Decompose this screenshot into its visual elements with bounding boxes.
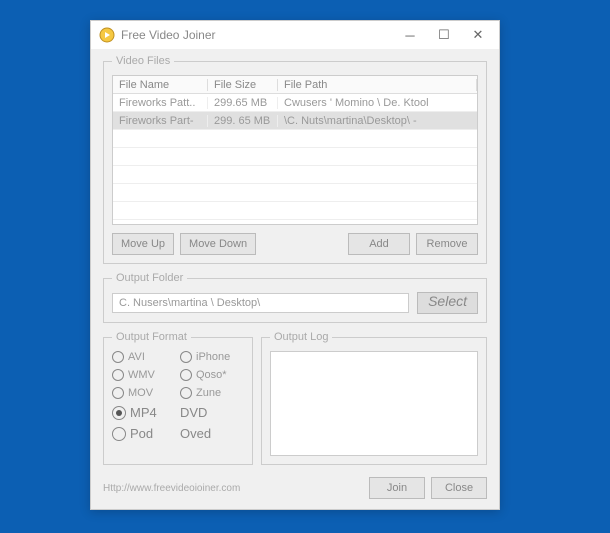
- join-button[interactable]: Join: [369, 477, 425, 499]
- footer: Http://www.freevideoioiner.com Join Clos…: [103, 477, 487, 499]
- radio-qoso[interactable]: Qoso*: [180, 369, 244, 381]
- output-log-legend: Output Log: [270, 331, 332, 343]
- radio-wmv[interactable]: WMV: [112, 369, 176, 381]
- col-filesize[interactable]: File Size: [208, 79, 278, 91]
- col-filename[interactable]: File Name: [113, 79, 208, 91]
- video-files-group: Video Files File Name File Size File Pat…: [103, 55, 487, 264]
- table-header: File Name File Size File Path: [113, 76, 477, 94]
- output-format-legend: Output Format: [112, 331, 191, 343]
- col-filepath[interactable]: File Path: [278, 79, 477, 91]
- radio-avi[interactable]: AVI: [112, 351, 176, 363]
- table-row[interactable]: [113, 202, 477, 220]
- minimize-button[interactable]: ─: [393, 21, 427, 49]
- cell-filename: Fireworks Part-: [113, 115, 208, 127]
- radio-dvd[interactable]: DVD: [180, 405, 244, 420]
- radio-mp4[interactable]: MP4: [112, 405, 176, 420]
- video-files-legend: Video Files: [112, 55, 174, 67]
- select-folder-button[interactable]: Select: [417, 292, 478, 314]
- output-format-group: Output Format AVI iPhone WMV Qoso* MOV Z…: [103, 331, 253, 465]
- titlebar[interactable]: Free Video Joiner ─ ☐ ✕: [91, 21, 499, 49]
- app-window: Free Video Joiner ─ ☐ ✕ Video Files File…: [90, 20, 500, 510]
- file-table[interactable]: File Name File Size File Path Fireworks …: [112, 75, 478, 225]
- cell-filepath: Cwusers ' Momino \ De. Ktool: [278, 97, 477, 109]
- app-icon: [99, 27, 115, 43]
- website-link[interactable]: Http://www.freevideoioiner.com: [103, 483, 240, 494]
- close-button[interactable]: Close: [431, 477, 487, 499]
- cell-filesize: 299. 65 MB: [208, 115, 278, 127]
- radio-iphone[interactable]: iPhone: [180, 351, 244, 363]
- output-folder-legend: Output Folder: [112, 272, 187, 284]
- window-title: Free Video Joiner: [121, 28, 393, 42]
- output-folder-group: Output Folder Select: [103, 272, 487, 323]
- radio-zune[interactable]: Zune: [180, 387, 244, 399]
- log-box: [270, 351, 478, 456]
- table-row[interactable]: [113, 148, 477, 166]
- output-folder-input[interactable]: [112, 293, 409, 313]
- radio-pod[interactable]: Pod: [112, 426, 176, 441]
- table-row[interactable]: [113, 166, 477, 184]
- content-area: Video Files File Name File Size File Pat…: [91, 49, 499, 503]
- radio-mov[interactable]: MOV: [112, 387, 176, 399]
- table-row[interactable]: Fireworks Part- 299. 65 MB \C. Nuts\mart…: [113, 112, 477, 130]
- move-up-button[interactable]: Move Up: [112, 233, 174, 255]
- table-row[interactable]: [113, 184, 477, 202]
- output-log-group: Output Log: [261, 331, 487, 465]
- maximize-button[interactable]: ☐: [427, 21, 461, 49]
- table-row[interactable]: [113, 130, 477, 148]
- add-button[interactable]: Add: [348, 233, 410, 255]
- cell-filesize: 299.65 MB: [208, 97, 278, 109]
- cell-filepath: \C. Nuts\martina\Desktop\ -: [278, 115, 477, 127]
- close-window-button[interactable]: ✕: [461, 21, 495, 49]
- move-down-button[interactable]: Move Down: [180, 233, 256, 255]
- table-row[interactable]: Fireworks Patt.. 299.65 MB Cwusers ' Mom…: [113, 94, 477, 112]
- radio-oved[interactable]: Oved: [180, 426, 244, 441]
- cell-filename: Fireworks Patt..: [113, 97, 208, 109]
- remove-button[interactable]: Remove: [416, 233, 478, 255]
